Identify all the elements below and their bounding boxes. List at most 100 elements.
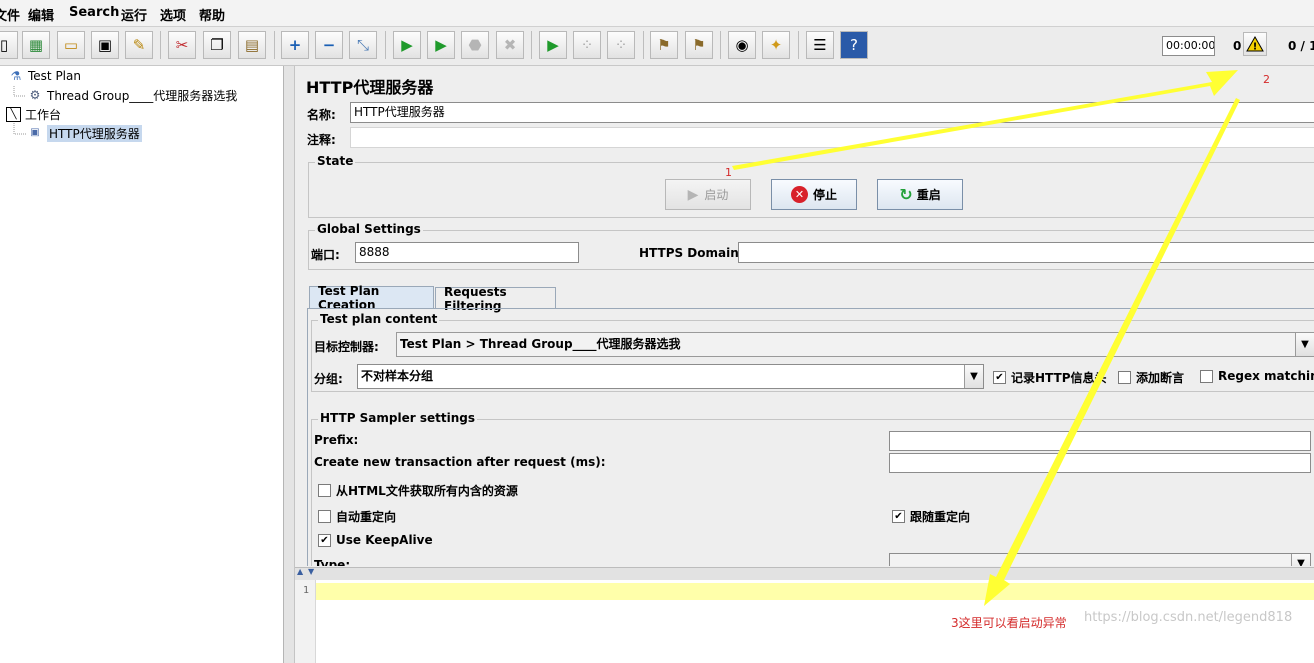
- port-label: 端口:: [311, 248, 340, 262]
- global-settings-title: Global Settings: [315, 222, 423, 236]
- search-icon[interactable]: ◉: [728, 31, 756, 59]
- clear-all-icon[interactable]: ⚑: [685, 31, 713, 59]
- checkbox-unchecked-icon: [1118, 371, 1131, 384]
- stop-icon[interactable]: ⬣: [461, 31, 489, 59]
- https-domains-field[interactable]: [738, 242, 1314, 263]
- start-icon[interactable]: ▶: [393, 31, 421, 59]
- templates-icon[interactable]: ▦: [22, 31, 50, 59]
- menu-options[interactable]: 选项: [160, 5, 186, 24]
- toggle-icon[interactable]: ⤡: [349, 31, 377, 59]
- chevron-down-icon[interactable]: ▼: [308, 567, 314, 576]
- separator: [531, 31, 532, 59]
- save-icon[interactable]: ▣: [91, 31, 119, 59]
- comment-field[interactable]: [350, 127, 1314, 148]
- restart-button[interactable]: ↻ 重启: [877, 179, 963, 210]
- menu-help[interactable]: 帮助: [199, 5, 225, 24]
- prefix-label: Prefix:: [314, 433, 359, 447]
- separator: [643, 31, 644, 59]
- clear-icon[interactable]: ⚑: [650, 31, 678, 59]
- keepalive-label: Use KeepAlive: [336, 533, 433, 547]
- grouping-select[interactable]: 不对样本分组 ▼: [357, 364, 984, 389]
- auto-redirect-checkbox[interactable]: 自动重定向: [318, 508, 396, 525]
- menu-run[interactable]: 运行: [121, 5, 147, 24]
- target-controller-select[interactable]: Test Plan > Thread Group____代理服务器选我 ▼: [396, 332, 1314, 357]
- vertical-splitter[interactable]: [284, 66, 295, 663]
- keepalive-checkbox[interactable]: ✔ Use KeepAlive: [318, 533, 433, 547]
- tree-item-workbench[interactable]: ╲ 工作台: [6, 105, 61, 123]
- checkbox-checked-icon: ✔: [892, 510, 905, 523]
- gear-icon: ⚙: [29, 88, 41, 102]
- menu-file[interactable]: 文件: [0, 5, 20, 24]
- remote-stop-icon[interactable]: ⁘: [573, 31, 601, 59]
- menu-edit[interactable]: 编辑: [28, 5, 54, 24]
- prefix-field[interactable]: [889, 431, 1311, 451]
- proxy-config-panel: HTTP代理服务器 名称: HTTP代理服务器 注释: State ▶ 启动 ✕…: [295, 66, 1314, 566]
- tree-item-label: Thread Group____代理服务器选我: [47, 88, 238, 103]
- cut-icon[interactable]: ✂: [168, 31, 196, 59]
- open-icon[interactable]: ▭: [57, 31, 85, 59]
- remote-start-icon[interactable]: ▶: [539, 31, 567, 59]
- thread-count: 0 / 1: [1288, 39, 1314, 53]
- help-icon[interactable]: ?: [840, 31, 868, 59]
- copy-icon[interactable]: ❐: [203, 31, 231, 59]
- workbench-icon: ╲: [6, 106, 21, 122]
- remote-shutdown-icon[interactable]: ⁘: [607, 31, 635, 59]
- checkbox-unchecked-icon: [1200, 369, 1213, 383]
- warning-icon[interactable]: !: [1243, 32, 1267, 56]
- chevron-down-icon: ▼: [964, 365, 983, 388]
- test-plan-icon: ⚗: [10, 69, 22, 83]
- state-title: State: [315, 154, 356, 168]
- line-number-gutter: 1: [295, 580, 316, 663]
- regex-matching-checkbox[interactable]: Regex matching: [1200, 369, 1314, 383]
- reset-search-icon[interactable]: ✦: [762, 31, 790, 59]
- horizontal-splitter[interactable]: ▲ ▼: [295, 567, 1314, 581]
- tree-item-test-plan[interactable]: ⚗ Test Plan: [8, 67, 81, 85]
- warning-count: 0: [1233, 39, 1242, 53]
- transaction-label: Create new transaction after request (ms…: [314, 455, 606, 469]
- tree-item-http-proxy[interactable]: ▣ HTTP代理服务器: [27, 124, 142, 142]
- start-button[interactable]: ▶ 启动: [665, 179, 751, 210]
- target-controller-label: 目标控制器:: [314, 340, 379, 354]
- follow-redirect-checkbox[interactable]: ✔ 跟随重定向: [892, 508, 970, 525]
- https-domains-label: HTTPS Domains:: [639, 246, 751, 260]
- chevron-up-icon[interactable]: ▲: [297, 567, 303, 576]
- retrieve-resources-checkbox[interactable]: 从HTML文件获取所有内含的资源: [318, 482, 518, 499]
- restart-button-label: 重启: [916, 188, 941, 202]
- auto-redirect-label: 自动重定向: [336, 510, 397, 524]
- save-as-icon[interactable]: ✎: [125, 31, 153, 59]
- start-button-label: 启动: [704, 188, 729, 202]
- stop-button[interactable]: ✕ 停止: [771, 179, 857, 210]
- port-field[interactable]: 8888: [355, 242, 579, 263]
- elapsed-timer: 00:00:00: [1162, 36, 1215, 56]
- name-field[interactable]: HTTP代理服务器: [350, 102, 1314, 123]
- type-label: Type:: [314, 558, 351, 566]
- menu-search[interactable]: Search: [69, 5, 119, 20]
- add-assertion-checkbox[interactable]: 添加断言: [1118, 369, 1184, 386]
- chevron-down-icon: ▼: [1291, 554, 1310, 566]
- stop-button-label: 停止: [812, 188, 837, 202]
- tree-item-thread-group[interactable]: ⚙ Thread Group____代理服务器选我: [27, 86, 238, 104]
- test-plan-content-title: Test plan content: [318, 312, 440, 326]
- target-controller-value: Test Plan > Thread Group____代理服务器选我: [400, 337, 681, 351]
- checkbox-checked-icon: ✔: [993, 371, 1006, 384]
- restart-icon: ↻: [899, 185, 913, 204]
- current-line-highlight: [316, 583, 1314, 600]
- tree-item-label: Test Plan: [28, 69, 81, 83]
- start-no-pause-icon[interactable]: ▶: [427, 31, 455, 59]
- record-http-headers-checkbox[interactable]: ✔ 记录HTTP信息头: [993, 369, 1107, 386]
- watermark: https://blog.csdn.net/legend818: [1084, 610, 1293, 625]
- chevron-down-icon: ▼: [1295, 333, 1314, 356]
- type-select[interactable]: ▼: [889, 553, 1311, 566]
- retrieve-resources-label: 从HTML文件获取所有内含的资源: [336, 484, 518, 498]
- function-helper-icon[interactable]: ☰: [806, 31, 834, 59]
- separator: [385, 31, 386, 59]
- paste-icon[interactable]: ▤: [238, 31, 266, 59]
- svg-text:!: !: [1253, 42, 1258, 53]
- expand-icon[interactable]: +: [281, 31, 309, 59]
- transaction-field[interactable]: [889, 453, 1311, 473]
- collapse-icon[interactable]: −: [315, 31, 343, 59]
- tab-test-plan-creation[interactable]: Test Plan Creation: [309, 284, 434, 312]
- tab-requests-filtering[interactable]: Requests Filtering: [435, 285, 556, 313]
- shutdown-icon[interactable]: ✖: [496, 31, 524, 59]
- new-icon[interactable]: ▯: [0, 31, 18, 59]
